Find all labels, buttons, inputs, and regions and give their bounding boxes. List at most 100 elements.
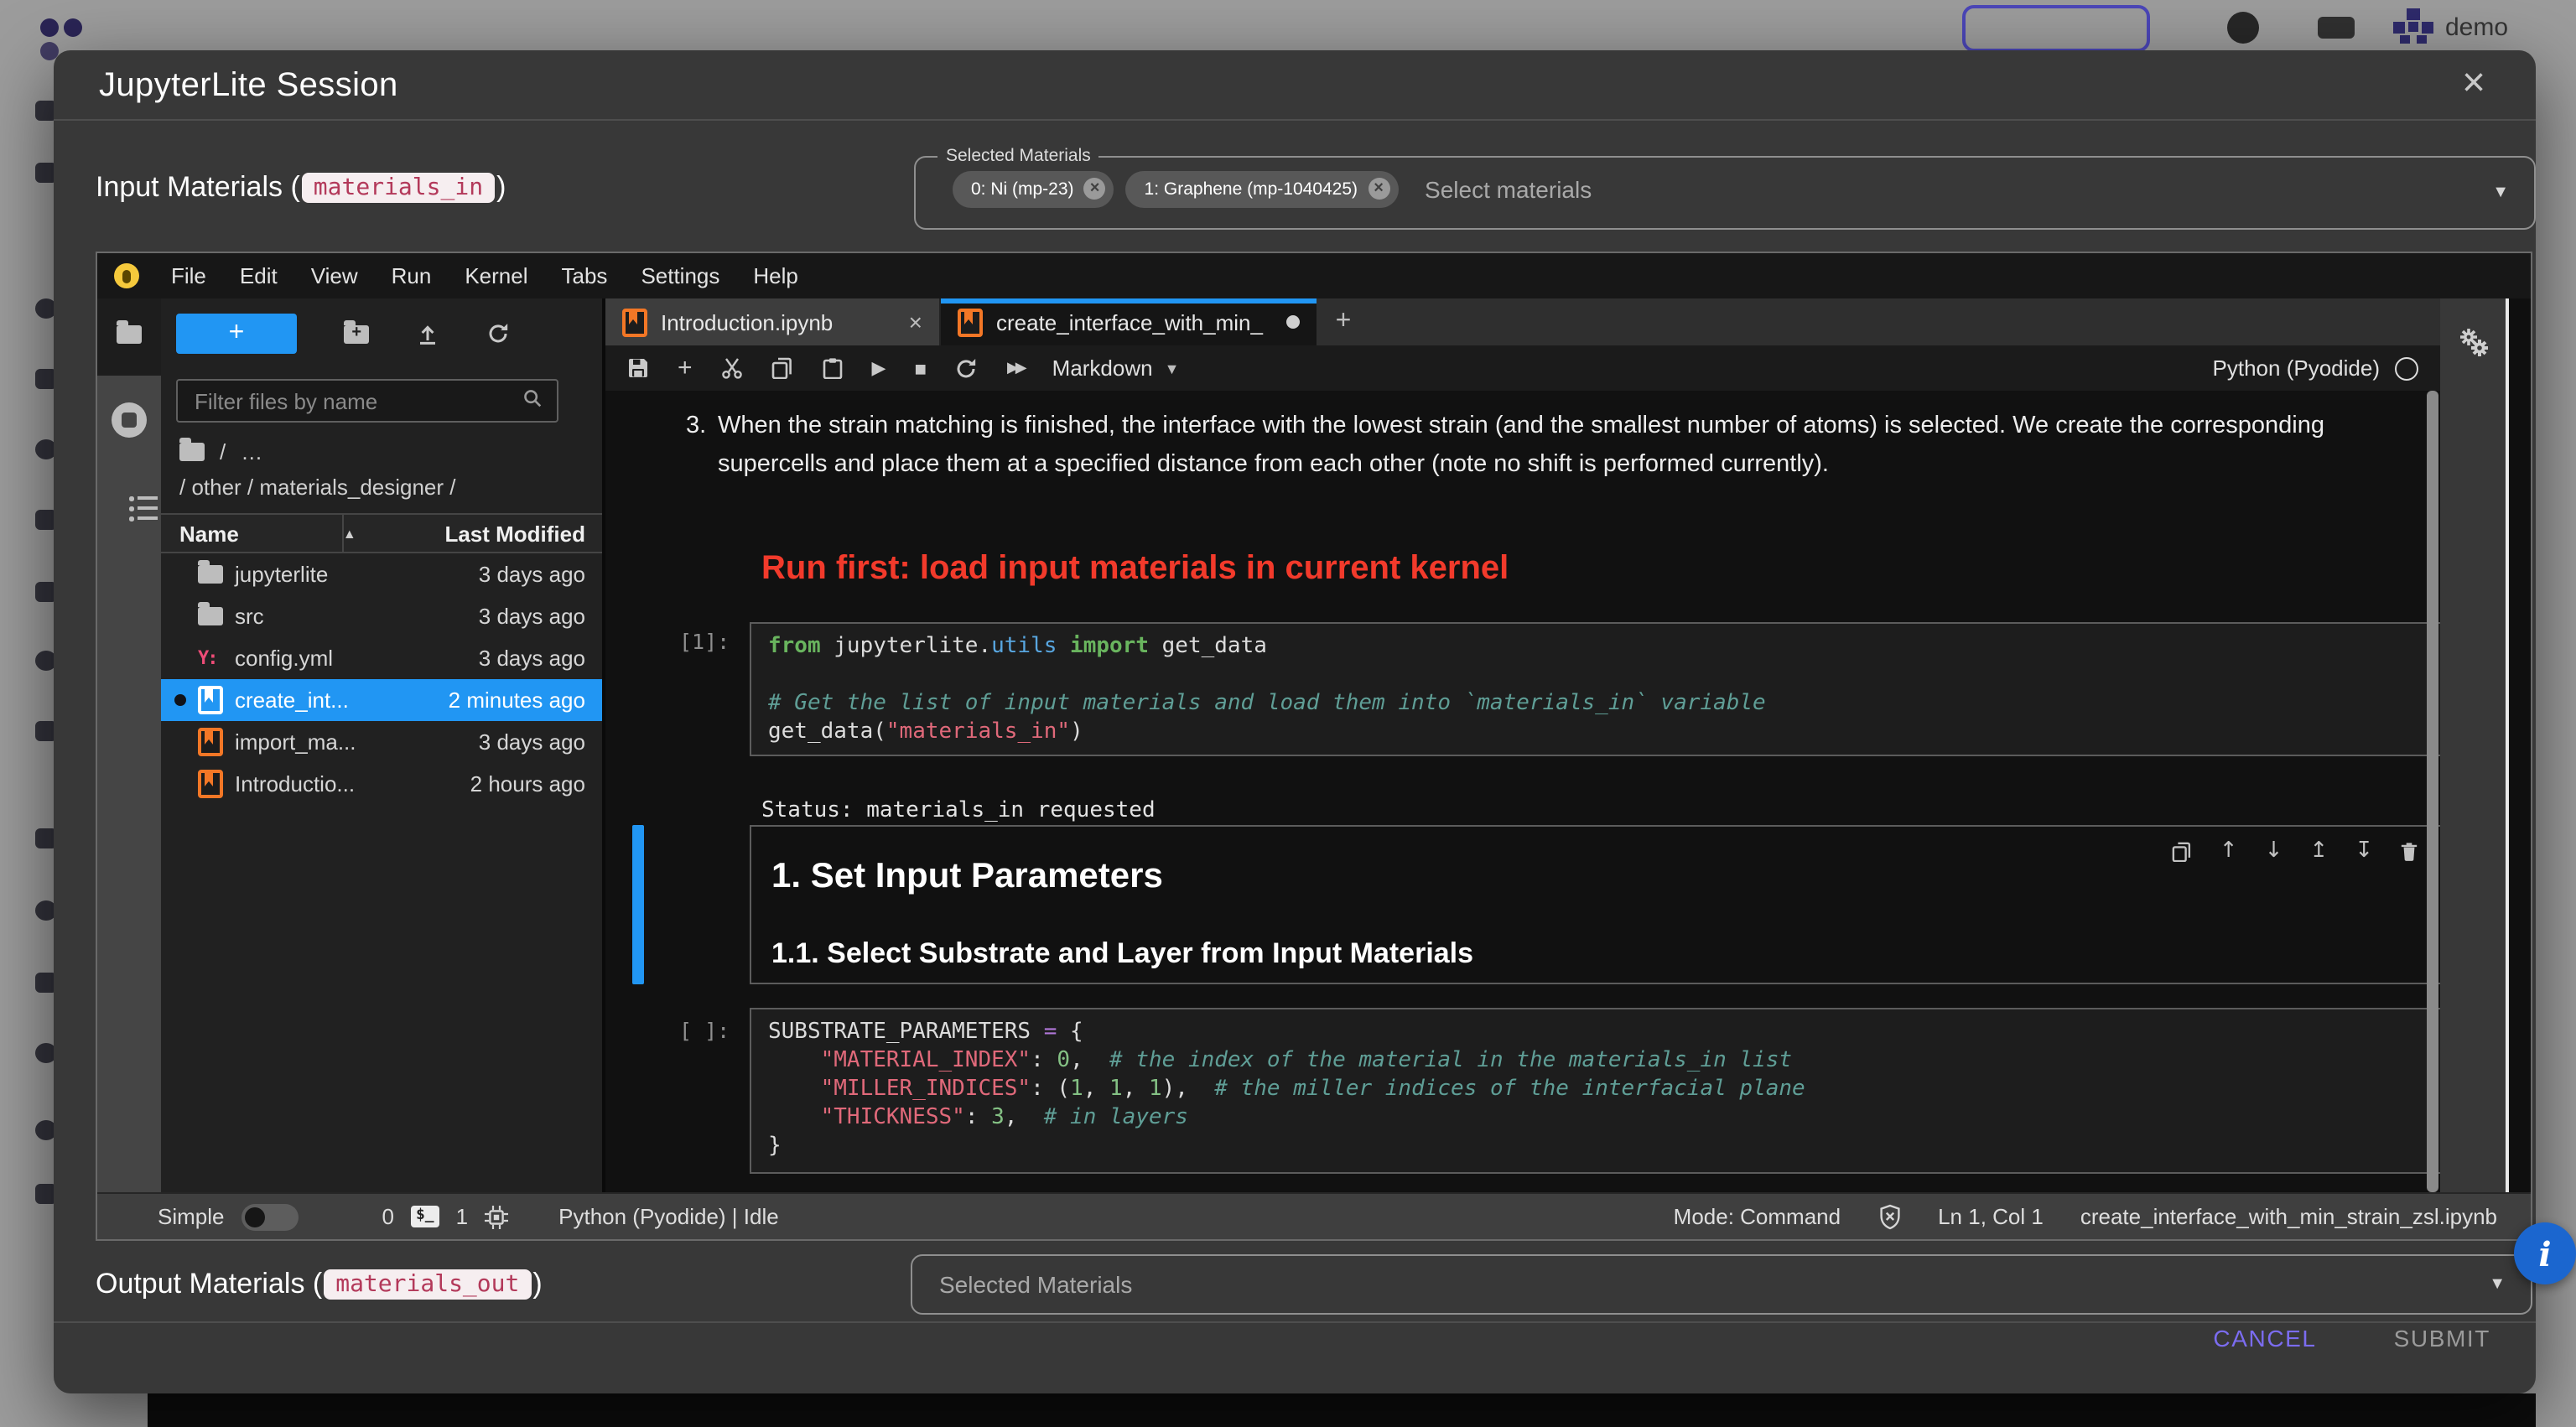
insert-cell-below-icon[interactable]: ↧ (2355, 838, 2373, 864)
section-heading-1: 1. Set Input Parameters (771, 857, 1163, 897)
kernel-status-text[interactable]: Python (Pyodide) | Idle (558, 1204, 779, 1229)
dialog-actions: CANCEL SUBMIT (2213, 1325, 2490, 1352)
markdown-heading-red[interactable]: Run first: load input materials in curre… (761, 550, 1509, 589)
home-folder-icon[interactable] (179, 443, 205, 461)
restart-run-all-icon[interactable]: ▶▶ (1007, 359, 1024, 377)
file-row[interactable]: Y: config.yml 3 days ago (161, 637, 602, 679)
chevron-down-icon[interactable]: ▼ (2489, 1275, 2506, 1294)
file-browser-icon[interactable] (117, 324, 142, 349)
kernel-indicator[interactable]: Python (Pyodide) (2213, 355, 2418, 381)
file-row[interactable]: jupyterlite 3 days ago (161, 553, 602, 595)
new-folder-icon[interactable] (344, 324, 369, 343)
menu-file[interactable]: File (154, 263, 223, 288)
delete-cell-icon[interactable] (2400, 841, 2418, 861)
move-cell-down-icon[interactable]: ↓ (2265, 838, 2283, 864)
stop-kernel-icon[interactable]: ■ (914, 356, 927, 380)
dialog-title: JupyterLite Session (99, 67, 398, 106)
close-icon[interactable]: × (2462, 60, 2485, 107)
new-tab-icon[interactable]: + (1317, 298, 1370, 345)
menu-tabs[interactable]: Tabs (545, 263, 625, 288)
menu-view[interactable]: View (294, 263, 375, 288)
save-icon[interactable] (627, 357, 649, 379)
terminal-count[interactable]: 0 (382, 1204, 394, 1229)
material-chip[interactable]: 0: Ni (mp-23) × (953, 171, 1114, 208)
menu-kernel[interactable]: Kernel (448, 263, 544, 288)
dialog-header: JupyterLite Session × (54, 50, 2536, 121)
property-inspector-gears-icon[interactable] (2460, 329, 2489, 362)
chevron-down-icon: ▼ (1165, 360, 1180, 376)
tab-create-interface[interactable]: create_interface_with_min_ (941, 298, 1317, 345)
file-row-selected[interactable]: create_int... 2 minutes ago (161, 679, 602, 721)
markdown-cell-selected[interactable]: 1. Set Input Parameters 1.1. Select Subs… (750, 825, 2440, 984)
run-cell-icon[interactable]: ▶ (872, 357, 886, 379)
search-icon (522, 387, 543, 414)
cancel-button[interactable]: CANCEL (2213, 1325, 2316, 1352)
sort-asc-icon[interactable]: ▲ (343, 526, 356, 541)
menu-help[interactable]: Help (736, 263, 815, 288)
upload-icon[interactable] (416, 322, 439, 345)
unsaved-changes-dot[interactable] (1286, 315, 1300, 329)
notebook-area: Introduction.ipynb × create_interface_wi… (605, 298, 2440, 1192)
file-list-header: Name ▲ Last Modified (161, 513, 602, 553)
move-cell-up-icon[interactable]: ↑ (2220, 838, 2238, 864)
background-content-strip (148, 1393, 2536, 1427)
chevron-down-icon[interactable]: ▼ (2492, 184, 2509, 202)
tab-close-icon[interactable]: × (909, 309, 922, 335)
cell-output: Status: materials_in requested (761, 798, 1156, 823)
menu-edit[interactable]: Edit (223, 263, 294, 288)
mode-indicator[interactable]: Mode: Command (1674, 1204, 1841, 1229)
insert-cell-icon[interactable]: + (678, 354, 693, 382)
selected-materials-field[interactable]: Selected Materials 0: Ni (mp-23) × 1: Gr… (914, 156, 2536, 230)
materials-out-code: materials_out (324, 1269, 531, 1300)
status-filename: create_interface_with_min_strain_zsl.ipy… (2080, 1204, 2497, 1229)
menu-settings[interactable]: Settings (624, 263, 736, 288)
user-label: demo (2445, 13, 2508, 41)
simple-mode-toggle[interactable] (242, 1203, 299, 1230)
filter-files-input[interactable] (176, 379, 558, 423)
notebook-content: 3. When the strain matching is finished,… (605, 391, 2440, 1192)
duplicate-cell-icon[interactable] (2173, 841, 2193, 861)
notebook-file-icon (198, 770, 223, 798)
file-row[interactable]: import_ma... 3 days ago (161, 721, 602, 763)
code-cell[interactable]: from jupyterlite.utils import get_data #… (750, 622, 2440, 756)
column-last-modified[interactable]: Last Modified (444, 521, 585, 546)
file-row[interactable]: Introductio... 2 hours ago (161, 763, 602, 805)
column-name[interactable]: Name (179, 521, 239, 546)
insert-cell-above-icon[interactable]: ↥ (2309, 838, 2328, 864)
background-logo (40, 18, 59, 37)
file-browser: + (161, 298, 605, 1192)
scrollbar[interactable] (2427, 391, 2438, 1192)
tab-introduction[interactable]: Introduction.ipynb × (605, 298, 941, 345)
notebook-file-icon (198, 686, 223, 714)
cut-icon[interactable] (721, 357, 743, 379)
breadcrumb-path[interactable]: / other / materials_designer / (179, 475, 456, 500)
jupyterlite-session-dialog: JupyterLite Session × Input Materials (m… (54, 50, 2536, 1393)
breadcrumb-ellipsis[interactable]: … (241, 439, 262, 464)
paste-icon[interactable] (822, 357, 844, 379)
jupyterlab-panel: File Edit View Run Kernel Tabs Settings … (96, 252, 2532, 1241)
selected-materials-legend: Selected Materials (937, 146, 1099, 166)
cell-type-dropdown[interactable]: Markdown ▼ (1052, 355, 1180, 381)
material-chip[interactable]: 1: Graphene (mp-1040425) × (1126, 171, 1399, 208)
submit-button[interactable]: SUBMIT (2394, 1325, 2490, 1352)
breadcrumb[interactable]: / … (179, 439, 262, 464)
code-cell[interactable]: SUBSTRATE_PARAMETERS = { "MATERIAL_INDEX… (750, 1008, 2440, 1174)
info-button[interactable]: i (2514, 1222, 2576, 1284)
chip-remove-icon[interactable]: × (1368, 179, 1389, 200)
kernel-count[interactable]: 1 (456, 1204, 468, 1229)
new-launcher-button[interactable]: + (176, 314, 297, 354)
materials-in-code: materials_in (302, 173, 495, 203)
restart-kernel-icon[interactable] (955, 356, 979, 380)
chip-remove-icon[interactable]: × (1084, 179, 1106, 200)
running-kernels-icon[interactable] (112, 402, 147, 438)
right-sidebar (2440, 298, 2531, 1192)
cursor-position[interactable]: Ln 1, Col 1 (1938, 1204, 2044, 1229)
status-bar: Simple 0 $_ 1 Python (Pyodide) | Idle Mo… (97, 1192, 2531, 1239)
file-row[interactable]: src 3 days ago (161, 595, 602, 637)
output-materials-select[interactable]: Selected Materials ▼ (911, 1254, 2532, 1315)
refresh-icon[interactable] (486, 322, 510, 345)
markdown-list-item[interactable]: 3. When the strain matching is finished,… (686, 407, 2329, 485)
menu-run[interactable]: Run (375, 263, 449, 288)
copy-icon[interactable] (771, 357, 793, 379)
kernel-chip-icon (485, 1205, 508, 1228)
